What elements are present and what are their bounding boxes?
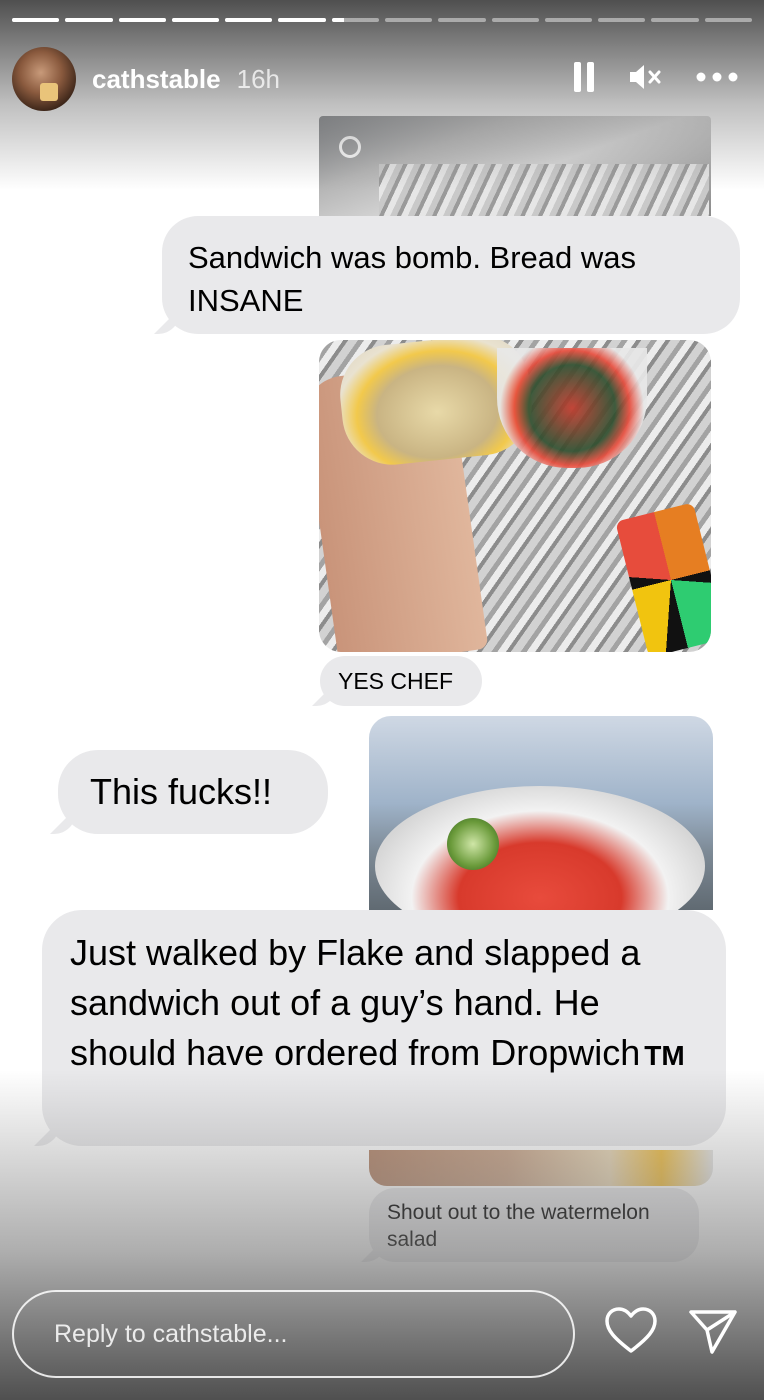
message-text: Just walked by Flake and slapped a sandw… [70,932,641,1073]
story-header: cathstable 16h [12,46,752,112]
message-bubble-4: Just walked by Flake and slapped a sandw… [42,910,726,1146]
message-text: YES CHEF [338,668,454,694]
story-footer [0,1290,764,1382]
avatar[interactable] [12,47,76,111]
watermelon-salad-cup-photo [369,716,713,910]
story-content: Sandwich was bomb. Bread was INSANE YES … [0,0,764,1400]
username[interactable]: cathstable [92,64,221,95]
story-progress-bar [12,18,752,22]
story-progress-segment [598,18,646,22]
story-progress-segment [225,18,273,22]
story-progress-segment [331,18,379,22]
story-progress-segment [171,18,220,22]
story-progress-segment [704,18,752,22]
story-progress-segment [12,18,60,22]
sandwich-edge-photo [369,1150,713,1186]
message-bubble-3: This fucks!! [58,750,328,834]
story-progress-segment [278,18,326,22]
heart-icon[interactable] [604,1306,658,1361]
message-text: Shout out to the watermelon salad [387,1201,650,1251]
message-bubble-2: YES CHEF [320,656,482,706]
mute-icon[interactable] [628,62,662,92]
message-bubble-5: Shout out to the watermelon salad [369,1188,699,1262]
story-progress-segment [384,18,433,22]
story-progress-segment [544,18,593,22]
message-text: Sandwich was bomb. Bread was INSANE [188,240,637,318]
story-progress-segment [118,18,166,22]
story-progress-segment [438,18,486,22]
story-progress-segment [491,18,539,22]
foil-wrapped-sandwich-photo [319,116,711,216]
message-bubble-1: Sandwich was bomb. Bread was INSANE [162,216,740,334]
send-icon[interactable] [688,1308,738,1361]
post-time: 16h [236,63,280,94]
sandwich-and-salad-photo [319,340,711,652]
story-progress-segment [651,18,699,22]
more-icon[interactable] [696,72,738,82]
story-progress-segment [65,18,113,22]
message-text: This fucks!! [90,771,273,812]
trademark-mark: TM [644,1040,685,1071]
pause-icon[interactable] [574,62,594,92]
camera-icon [339,136,361,158]
reply-input[interactable] [12,1290,575,1378]
